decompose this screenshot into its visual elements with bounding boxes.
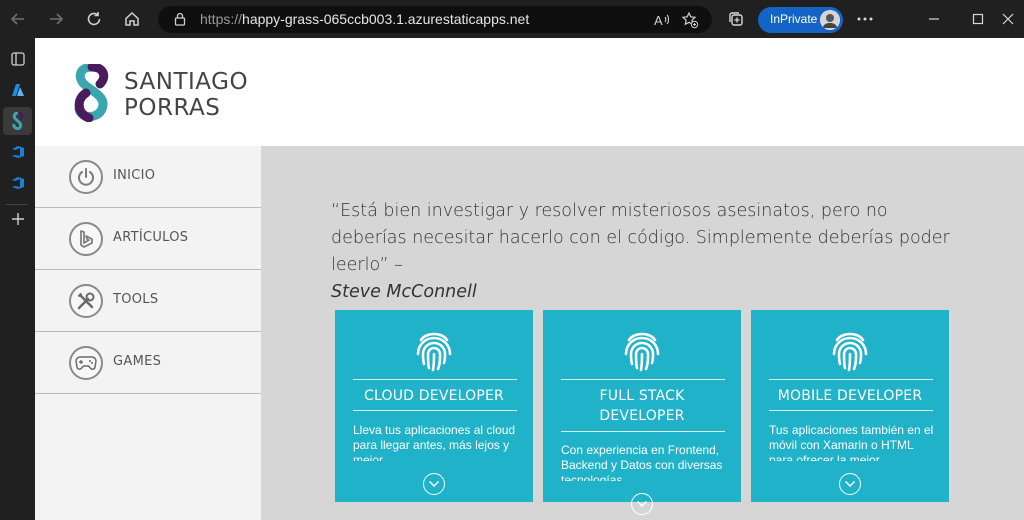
browser-toolbar: https://happy-grass-065ccb003.1.azuresta… [0,0,1024,38]
card-description: Con experiencia en Frontend, Backend y D… [561,443,723,481]
lock-icon [174,12,186,26]
expand-card-button[interactable] [631,493,653,515]
logo-line-1: SANTIAGO [124,69,249,95]
new-tab-button[interactable] [3,205,32,233]
menu-item-label: TOOLS [113,292,159,307]
read-aloud-icon: A [654,13,670,28]
card-full-stack-developer[interactable]: FULL STACK DEVELOPER Con experiencia en … [543,310,741,515]
card-title: CLOUD DEVELOPER [364,388,504,404]
menu-item-articulos[interactable]: ARTÍCULOS [35,208,261,270]
plus-icon [11,213,24,225]
menu-item-inicio[interactable]: INICIO [35,146,261,208]
menu-item-label: INICIO [113,168,156,183]
browser-side-tabs [0,38,35,520]
menu-item-label: GAMES [113,354,162,369]
card-divider [353,410,517,411]
tab-azure-devops-2[interactable] [3,169,32,197]
tab-santiago-porras[interactable] [3,107,32,135]
avatar [820,10,840,30]
home-button[interactable] [120,7,144,31]
card-divider [769,379,933,380]
collections-icon [729,12,743,26]
gamepad-icon [69,346,103,380]
forward-button[interactable] [44,7,68,31]
chevron-down-icon [844,480,856,488]
person-icon [820,10,840,30]
card-title: MOBILE DEVELOPER [777,388,923,404]
close-icon [1002,13,1014,25]
fingerprint-icon [832,332,868,372]
bing-icon [69,222,103,256]
expand-card-button[interactable] [839,473,861,495]
azure-devops-icon [11,177,24,189]
star-add-icon [681,11,699,29]
quote-block: “Está bien investigar y resolver misteri… [331,198,951,306]
back-button[interactable] [6,7,30,31]
home-icon [125,11,139,26]
svg-text:A: A [654,13,663,28]
fingerprint-icon [416,332,452,372]
refresh-icon [87,12,101,26]
power-icon [69,160,103,194]
favorite-button[interactable] [680,10,700,30]
maximize-icon [972,13,984,25]
menu-item-label: ARTÍCULOS [113,230,189,245]
tools-icon [69,284,103,318]
close-button[interactable] [996,8,1020,30]
more-dots-icon [857,17,873,21]
menu-item-games[interactable]: GAMES [35,332,261,394]
card-mobile-developer[interactable]: MOBILE DEVELOPER Tus aplicaciones tambié… [751,310,949,502]
site-logo-icon [11,112,23,130]
expand-card-button[interactable] [423,473,445,495]
card-divider [561,379,725,380]
arrow-left-icon [10,13,24,25]
arrow-right-icon [50,13,64,25]
santiago-porras-logo-icon[interactable] [69,64,115,122]
card-divider [561,431,725,432]
card-divider [769,410,933,411]
maximize-button[interactable] [966,8,990,30]
url-text: https://happy-grass-065ccb003.1.azuresta… [200,11,530,27]
web-page: SANTIAGO PORRAS INICIO ARTÍCULOS TOOLS G… [35,38,1024,520]
card-title: FULL STACK DEVELOPER [599,388,685,424]
card-description: Tus aplicaciones también en el móvil con… [769,423,934,461]
collections-button[interactable] [724,8,748,30]
main-content: “Está bien investigar y resolver misteri… [262,146,1024,520]
quote-author: Steve McConnell [331,282,477,302]
tab-actions-icon [10,52,25,66]
read-aloud-button[interactable]: A [652,10,672,30]
chevron-down-icon [636,500,648,508]
inprivate-label: InPrivate [770,12,818,26]
tab-azure-devops-1[interactable] [3,138,32,166]
tab-azure[interactable] [3,76,32,104]
menu-item-tools[interactable]: TOOLS [35,270,261,332]
minimize-button[interactable] [922,8,946,30]
logo-line-2: PORRAS [124,95,221,121]
azure-icon [11,84,24,96]
fingerprint-icon [624,332,660,372]
card-divider [353,379,517,380]
azure-devops-icon [11,146,24,158]
site-header: SANTIAGO PORRAS [35,38,1024,146]
card-cloud-developer[interactable]: CLOUD DEVELOPER Lleva tus aplicaciones a… [335,310,533,502]
site-nav-menu: INICIO ARTÍCULOS TOOLS GAMES [35,146,262,520]
refresh-button[interactable] [82,7,106,31]
inprivate-badge[interactable]: InPrivate [758,7,843,33]
tab-actions-button[interactable] [3,45,32,73]
address-bar[interactable]: https://happy-grass-065ccb003.1.azuresta… [158,6,712,33]
card-description: Lleva tus aplicaciones al cloud para lle… [353,423,516,461]
site-logo-text[interactable]: SANTIAGO PORRAS [124,69,248,121]
chevron-down-icon [428,480,440,488]
settings-menu-button[interactable] [853,8,877,30]
minimize-icon [929,18,939,20]
quote-text: “Está bien investigar y resolver misteri… [331,201,950,275]
